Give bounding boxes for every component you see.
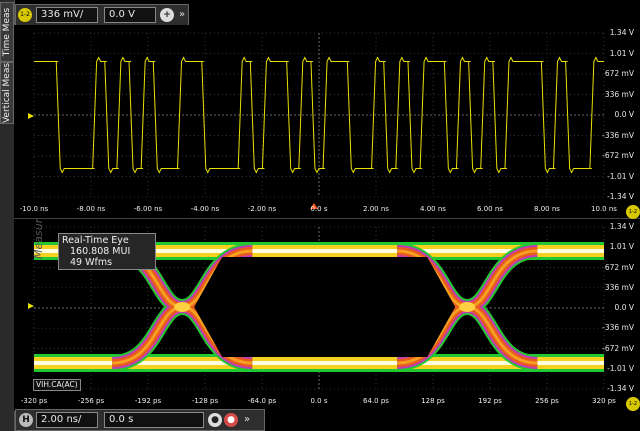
eye-x-tick-label: 0.0 s xyxy=(310,397,328,405)
eye-x-tick-label: -192 ps xyxy=(134,397,162,405)
wave-x-tick-label: -2.00 ns xyxy=(247,205,277,213)
eye-x-axis-badge[interactable]: 1-2 xyxy=(626,397,640,411)
eye-y-tick-label: -336 mV xyxy=(602,323,634,333)
eye-opening xyxy=(194,257,456,357)
eye-info-title: Real-Time Eye xyxy=(62,235,129,246)
wave-y-tick-label: -1.01 V xyxy=(607,171,634,181)
eye-y-tick-label: -1.01 V xyxy=(607,363,634,373)
eye-y-tick-label: 672 mV xyxy=(604,262,634,272)
eye-x-tick-label: -128 ps xyxy=(191,397,219,405)
wave-x-tick-label: 6.00 ns xyxy=(477,205,503,213)
eye-x-tick-label: 320 ps xyxy=(592,397,616,405)
wave-y-tick-label: -336 mV xyxy=(602,130,634,140)
wave-x-tick-label: -8.00 ns xyxy=(76,205,106,213)
wave-x-tick-label: 2.00 ns xyxy=(363,205,389,213)
eye-x-tick-label: 128 ps xyxy=(421,397,445,405)
expand-chevron-icon[interactable]: » xyxy=(175,8,189,22)
waveform-plot xyxy=(14,25,640,218)
eye-info-mui: 160.808 MUI xyxy=(70,246,131,257)
wave-y-tick-label: 336 mV xyxy=(604,89,634,99)
wave-x-tick-label: 8.00 ns xyxy=(534,205,560,213)
tab-vertical-meas[interactable]: Vertical Meas xyxy=(0,62,14,124)
eye-y-tick-label: -1.34 V xyxy=(607,384,634,393)
wave-y-tick-label: 1.34 V xyxy=(609,28,634,37)
horizontal-badge[interactable]: H xyxy=(19,413,33,427)
timebase-toolbar: H 2.00 ns/ 0.0 s ● ● » xyxy=(15,409,265,431)
eye-right-crossing-crossing-point xyxy=(459,302,476,312)
vih-label[interactable]: VIH.CA(AC) xyxy=(33,379,81,391)
eye-y-tick-label: -672 mV xyxy=(602,343,634,353)
eye-y-tick-label: 1.34 V xyxy=(609,222,634,231)
wave-y-tick-label: -1.34 V xyxy=(607,192,634,201)
eye-x-tick-label: -320 ps xyxy=(20,397,48,405)
channel-badge[interactable]: 1-2 xyxy=(18,8,32,22)
eye-x-tick-label: -256 ps xyxy=(77,397,105,405)
vertical-scale-field[interactable]: 336 mV/ xyxy=(36,7,98,23)
wave-y-tick-label: 672 mV xyxy=(604,69,634,78)
eye-x-tick-label: 64.0 ps xyxy=(363,397,389,405)
waveform-panel: 1.34 V 1.01 V 672 mV 336 mV 0.0 V -336 mV -672… xyxy=(14,25,640,218)
eye-y-tick-label: 1.01 V xyxy=(609,242,634,252)
eye-left-crossing-crossing-point xyxy=(174,302,191,312)
measurements-watermark: Measurements xyxy=(32,219,45,259)
timebase-field[interactable]: 2.00 ns/ xyxy=(36,412,98,428)
eye-y-tick-label: 0.0 V xyxy=(614,303,634,312)
eye-y-tick-label: 336 mV xyxy=(604,282,634,292)
expand-chevron-bottom-icon[interactable]: » xyxy=(240,413,254,427)
record-icon[interactable]: ● xyxy=(224,413,238,427)
offset-field[interactable]: 0.0 V xyxy=(104,7,156,23)
position-field[interactable]: 0.0 s xyxy=(104,412,204,428)
wave-x-tick-label: 0.0 s xyxy=(310,205,328,213)
wave-y-tick-label: 0.0 V xyxy=(614,110,634,119)
eye-x-tick-label: 256 ps xyxy=(535,397,559,405)
wave-x-tick-label: -6.00 ns xyxy=(133,205,163,213)
vertical-toolbar: 1-2 336 mV/ 0.0 V + » xyxy=(15,4,189,26)
eye-x-tick-label: 192 ps xyxy=(478,397,502,405)
tab-time-meas[interactable]: Time Meas xyxy=(0,2,14,62)
eye-panel: Measurements 1.34 V 1.01 V 672 mV 336 mV 0.0… xyxy=(14,177,640,411)
eye-info-box[interactable]: Real-Time Eye 160.808 MUI 49 Wfms xyxy=(58,233,156,270)
wave-x-tick-label: 10.0 ns xyxy=(591,205,617,213)
wave-x-axis-badge[interactable]: 1-2 xyxy=(626,205,640,219)
wave-y-tick-label: -672 mV xyxy=(602,151,634,160)
eye-info-wfms: 49 Wfms xyxy=(70,257,113,268)
eye-x-tick-label: -64.0 ps xyxy=(247,397,277,405)
side-tab-strip: Time Meas Vertical Meas xyxy=(0,0,15,431)
add-icon[interactable]: + xyxy=(160,8,174,22)
wave-x-tick-label: -4.00 ns xyxy=(190,205,220,213)
wave-y-tick-label: 1.01 V xyxy=(609,48,634,58)
zoom-icon[interactable]: ● xyxy=(208,413,222,427)
wave-x-tick-label: 4.00 ns xyxy=(420,205,446,213)
wave-x-tick-label: -10.0 ns xyxy=(19,205,49,213)
